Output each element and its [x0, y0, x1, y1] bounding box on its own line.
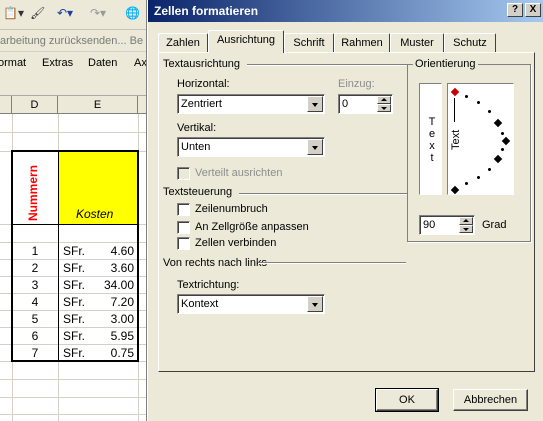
checkbox-icon[interactable] — [177, 237, 190, 250]
excel-toolbar: 📋▾ 🖌 ↶▾ ↷▾ 🌐 — [0, 0, 150, 30]
verbinden-label: Zellen verbinden — [195, 237, 277, 249]
cost-value-cell[interactable]: 3.60 — [88, 261, 134, 275]
format-painter-icon[interactable]: 🖌 — [30, 6, 45, 20]
vertical-text-char: x — [429, 140, 435, 152]
rotated-text: Text — [450, 129, 462, 150]
orientation-dial[interactable]: Text — [447, 83, 514, 195]
dialog-titlebar[interactable]: Zellen formatieren — [148, 0, 543, 22]
einzug-spinner[interactable]: 0 — [338, 94, 393, 114]
currency-cell[interactable]: SFr. — [63, 312, 85, 326]
ok-button[interactable]: OK — [375, 388, 439, 412]
cost-value-cell[interactable]: 5.95 — [88, 329, 134, 343]
dial-handle-icon[interactable] — [450, 87, 460, 97]
horizontal-label: Horizontal: — [177, 78, 230, 90]
vertical-text-char: T — [428, 116, 436, 128]
row-number-cell[interactable]: 5 — [12, 312, 58, 326]
column-header-d[interactable]: D — [12, 96, 58, 114]
chevron-down-icon[interactable] — [307, 296, 323, 312]
review-toolbar: arbeitung zurücksenden... Be — [0, 30, 150, 52]
vertical-text-box[interactable]: Text — [419, 83, 442, 195]
currency-cell[interactable]: SFr. — [63, 346, 85, 360]
dialog-title: Zellen formatieren — [154, 4, 259, 18]
cancel-button[interactable]: Abbrechen — [453, 389, 528, 411]
paste-icon[interactable]: 📋▾ — [3, 6, 24, 20]
chevron-down-icon[interactable] — [307, 139, 323, 155]
vertical-text-char: e — [428, 128, 436, 140]
tab-schutz[interactable]: Schutz — [444, 33, 496, 53]
menu-daten[interactable]: Daten — [88, 57, 117, 69]
vertical-text-char: t — [430, 152, 434, 164]
tab-rahmen[interactable]: Rahmen — [334, 33, 390, 53]
currency-cell[interactable]: SFr. — [63, 261, 85, 275]
vertikal-value: Unten — [181, 141, 211, 153]
tab-ausrichtung[interactable]: Ausrichtung — [208, 30, 284, 53]
tab-schrift[interactable]: Schrift — [284, 33, 334, 53]
checkbox-icon[interactable] — [177, 167, 190, 180]
row-number-cell[interactable]: 6 — [12, 329, 58, 343]
cost-value-cell[interactable]: 34.00 — [88, 278, 134, 292]
spin-down-icon[interactable] — [377, 104, 391, 112]
cost-value-cell[interactable]: 7.20 — [88, 295, 134, 309]
currency-cell[interactable]: SFr. — [63, 278, 85, 292]
chevron-down-icon[interactable] — [307, 96, 323, 112]
review-text[interactable]: arbeitung zurücksenden... Be — [0, 35, 143, 47]
currency-cell[interactable]: SFr. — [63, 244, 85, 258]
spin-down-icon[interactable] — [459, 225, 473, 233]
vertical-text: Text — [427, 116, 437, 164]
column-header-row: D E — [0, 96, 150, 114]
excel-menubar: ormat Extras Daten Ax — [0, 52, 150, 74]
tab-zahlen[interactable]: Zahlen — [158, 33, 208, 53]
textrichtung-value: Kontext — [181, 298, 219, 310]
column-header-c[interactable] — [0, 96, 12, 114]
tab-panel-ausrichtung: Textausrichtung Horizontal: Zentriert Ei… — [158, 52, 535, 372]
group-textausrichtung: Textausrichtung — [163, 58, 241, 70]
undo-icon[interactable]: ↶▾ — [57, 6, 73, 20]
anpassen-label: An Zellgröße anpassen — [195, 221, 309, 233]
einzug-label: Einzug: — [338, 78, 375, 90]
vertikal-label: Vertikal: — [177, 122, 217, 134]
cost-value-cell[interactable]: 0.75 — [88, 346, 134, 360]
tab-muster[interactable]: Muster — [390, 33, 444, 53]
menu-format[interactable]: ormat — [0, 57, 26, 69]
column-header-e[interactable]: E — [58, 96, 138, 114]
textrichtung-select[interactable]: Kontext — [177, 294, 325, 314]
row-number-cell[interactable]: 7 — [12, 346, 58, 360]
grad-value: 90 — [423, 219, 436, 231]
row-number-cell[interactable]: 4 — [12, 295, 58, 309]
orientation-pointer — [454, 98, 455, 122]
row-number-cell[interactable]: 2 — [12, 261, 58, 275]
currency-cell[interactable]: SFr. — [63, 329, 85, 343]
grad-label: Grad — [482, 219, 507, 231]
worksheet[interactable]: Nummern Kosten 1 SFr. 4.60 2 SFr. 3.60 3 SFr. 34… — [0, 114, 150, 421]
group-orientierung: Orientierung — [413, 58, 478, 70]
grad-spinner[interactable]: 90 — [419, 215, 475, 235]
spin-up-icon[interactable] — [377, 96, 391, 104]
hyperlink-icon[interactable]: 🌐 — [125, 6, 140, 20]
horizontal-value: Zentriert — [181, 98, 222, 110]
horizontal-select[interactable]: Zentriert — [177, 94, 325, 114]
cost-value-cell[interactable]: 3.00 — [88, 312, 134, 326]
currency-cell[interactable]: SFr. — [63, 295, 85, 309]
help-button[interactable]: ? — [507, 3, 523, 17]
textrichtung-label: Textrichtung: — [177, 279, 240, 291]
spin-up-icon[interactable] — [459, 217, 473, 225]
group-textsteuerung: Textsteuerung — [163, 186, 233, 198]
zeilenumbruch-label: Zeilenumbruch — [195, 203, 268, 215]
cost-value-cell[interactable]: 4.60 — [88, 244, 134, 258]
vertikal-select[interactable]: Unten — [177, 137, 325, 157]
row-number-cell[interactable]: 1 — [12, 244, 58, 258]
einzug-value: 0 — [342, 98, 349, 110]
checkbox-icon[interactable] — [177, 203, 190, 216]
verteilt-label: Verteilt ausrichten — [195, 167, 283, 179]
formula-bar[interactable] — [0, 74, 150, 96]
menu-more[interactable]: Ax — [134, 57, 147, 69]
menu-extras[interactable]: Extras — [42, 57, 73, 69]
format-cells-dialog: Zellen formatieren ? X Zahlen Ausrichtun… — [147, 0, 543, 421]
checkbox-icon[interactable] — [177, 221, 190, 234]
row-number-cell[interactable]: 3 — [12, 278, 58, 292]
close-button[interactable]: X — [525, 3, 541, 17]
redo-icon[interactable]: ↷▾ — [90, 6, 106, 20]
